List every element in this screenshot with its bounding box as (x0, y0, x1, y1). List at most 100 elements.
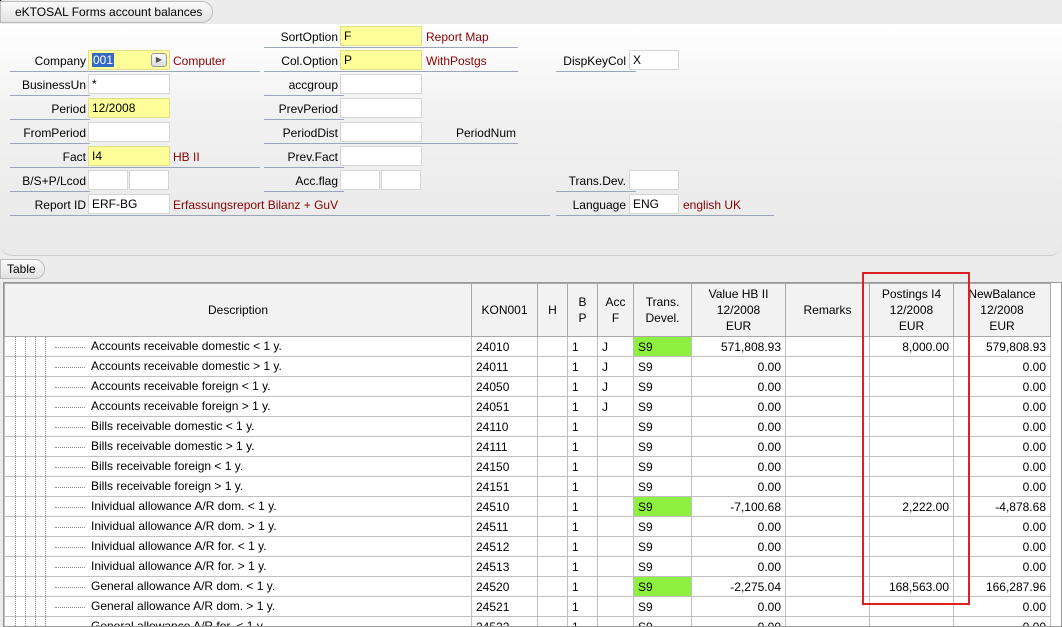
row-kon[interactable]: 24151 (471, 476, 538, 497)
row-postings[interactable] (869, 596, 954, 617)
row-postings[interactable]: 2,222.00 (869, 496, 954, 517)
row-remarks[interactable] (785, 376, 870, 397)
row-value[interactable]: 0.00 (691, 476, 786, 497)
period-dist-input[interactable] (340, 122, 422, 142)
table-row[interactable]: Inividual allowance A/R dom. < 1 y. 24510… (4, 496, 1051, 517)
report-id-input[interactable]: ERF-BG (88, 194, 170, 214)
period-input[interactable]: 12/2008 (88, 98, 170, 118)
row-accf[interactable]: J (597, 336, 634, 357)
row-bp[interactable]: 1 (567, 376, 598, 397)
table-row[interactable]: Bills receivable domestic < 1 y. 24110 1 S9… (4, 416, 1051, 437)
row-kon[interactable]: 24511 (471, 516, 538, 537)
row-trans-devel[interactable]: S9 (633, 616, 692, 626)
row-newbalance[interactable]: 0.00 (953, 436, 1051, 457)
row-kon[interactable]: 24521 (471, 596, 538, 617)
bs-pl-input[interactable] (88, 170, 128, 190)
row-accf[interactable] (597, 436, 634, 457)
row-remarks[interactable] (785, 476, 870, 497)
row-newbalance[interactable]: 166,287.96 (953, 576, 1051, 597)
prev-period-input[interactable] (340, 98, 422, 118)
row-description[interactable]: Bills receivable foreign > 1 y. (4, 476, 472, 497)
row-trans-devel[interactable]: S9 (633, 496, 692, 517)
row-bp[interactable]: 1 (567, 616, 598, 626)
row-remarks[interactable] (785, 356, 870, 377)
row-newbalance[interactable]: 0.00 (953, 556, 1051, 577)
row-description[interactable]: Bills receivable foreign < 1 y. (4, 456, 472, 477)
row-newbalance[interactable]: 0.00 (953, 456, 1051, 477)
row-description[interactable]: Accounts receivable foreign < 1 y. (4, 376, 472, 397)
row-postings[interactable]: 168,563.00 (869, 576, 954, 597)
row-value[interactable]: 0.00 (691, 436, 786, 457)
row-kon[interactable]: 24510 (471, 496, 538, 517)
row-value[interactable]: 0.00 (691, 376, 786, 397)
row-bp[interactable]: 1 (567, 416, 598, 437)
row-bp[interactable]: 1 (567, 456, 598, 477)
row-postings[interactable] (869, 436, 954, 457)
row-postings[interactable] (869, 456, 954, 477)
col-header-newbalance[interactable]: NewBalance 12/2008 EUR (953, 283, 1051, 337)
row-postings[interactable] (869, 616, 954, 626)
row-accf[interactable] (597, 596, 634, 617)
row-value[interactable]: 0.00 (691, 396, 786, 417)
row-value[interactable]: 0.00 (691, 456, 786, 477)
row-remarks[interactable] (785, 536, 870, 557)
row-trans-devel[interactable]: S9 (633, 416, 692, 437)
row-trans-devel[interactable]: S9 (633, 556, 692, 577)
row-bp[interactable]: 1 (567, 336, 598, 357)
row-value[interactable]: 0.00 (691, 416, 786, 437)
table-row[interactable]: Bills receivable domestic > 1 y. 24111 1 S9… (4, 436, 1051, 457)
row-accf[interactable] (597, 616, 634, 626)
row-bp[interactable]: 1 (567, 576, 598, 597)
row-description[interactable]: Inividual allowance A/R for. < 1 y. (4, 536, 472, 557)
row-description[interactable]: Inividual allowance A/R dom. > 1 y. (4, 516, 472, 537)
table-row[interactable]: Bills receivable foreign > 1 y. 24151 1 S9 0… (4, 476, 1051, 497)
col-header-h[interactable]: H (537, 283, 568, 337)
row-kon[interactable]: 24150 (471, 456, 538, 477)
col-header-accf[interactable]: Acc F (597, 283, 634, 337)
row-description[interactable]: Accounts receivable domestic < 1 y. (4, 336, 472, 357)
row-remarks[interactable] (785, 336, 870, 357)
row-trans-devel[interactable]: S9 (633, 396, 692, 417)
disp-key-col-input[interactable]: X (629, 50, 679, 70)
col-header-remarks[interactable]: Remarks (785, 283, 870, 337)
row-kon[interactable]: 24050 (471, 376, 538, 397)
row-h[interactable] (537, 336, 568, 357)
row-h[interactable] (537, 576, 568, 597)
row-value[interactable]: 571,808.93 (691, 336, 786, 357)
row-trans-devel[interactable]: S9 (633, 336, 692, 357)
table-row[interactable]: Accounts receivable domestic > 1 y. 24011… (4, 356, 1051, 377)
from-period-input[interactable] (88, 122, 170, 142)
row-bp[interactable]: 1 (567, 496, 598, 517)
row-description[interactable]: General allowance A/R for. < 1 y. (4, 616, 472, 626)
row-kon[interactable]: 24520 (471, 576, 538, 597)
row-h[interactable] (537, 356, 568, 377)
acc-flag-input-1[interactable] (340, 170, 380, 190)
row-value[interactable]: 0.00 (691, 556, 786, 577)
row-postings[interactable] (869, 536, 954, 557)
row-accf[interactable] (597, 536, 634, 557)
table-row[interactable]: Inividual allowance A/R for. > 1 y. 24513… (4, 556, 1051, 577)
row-description[interactable]: Inividual allowance A/R for. > 1 y. (4, 556, 472, 577)
col-header-postings[interactable]: Postings I4 12/2008 EUR (869, 283, 954, 337)
prev-fact-input[interactable] (340, 146, 422, 166)
row-value[interactable]: -7,100.68 (691, 496, 786, 517)
company-lookup-button[interactable]: ▶ (151, 53, 167, 67)
row-bp[interactable]: 1 (567, 356, 598, 377)
business-unit-input[interactable]: * (88, 74, 170, 94)
row-bp[interactable]: 1 (567, 396, 598, 417)
row-accf[interactable]: J (597, 376, 634, 397)
row-value[interactable]: -2,275.04 (691, 576, 786, 597)
col-header-value[interactable]: Value HB II 12/2008 EUR (691, 283, 786, 337)
row-newbalance[interactable]: 0.00 (953, 596, 1051, 617)
row-accf[interactable] (597, 496, 634, 517)
row-trans-devel[interactable]: S9 (633, 516, 692, 537)
row-newbalance[interactable]: 0.00 (953, 616, 1051, 626)
row-description[interactable]: Accounts receivable domestic > 1 y. (4, 356, 472, 377)
row-trans-devel[interactable]: S9 (633, 356, 692, 377)
row-trans-devel[interactable]: S9 (633, 576, 692, 597)
table-row[interactable]: Inividual allowance A/R dom. > 1 y. 24511… (4, 516, 1051, 537)
row-h[interactable] (537, 476, 568, 497)
row-trans-devel[interactable]: S9 (633, 596, 692, 617)
row-newbalance[interactable]: 0.00 (953, 356, 1051, 377)
row-trans-devel[interactable]: S9 (633, 476, 692, 497)
